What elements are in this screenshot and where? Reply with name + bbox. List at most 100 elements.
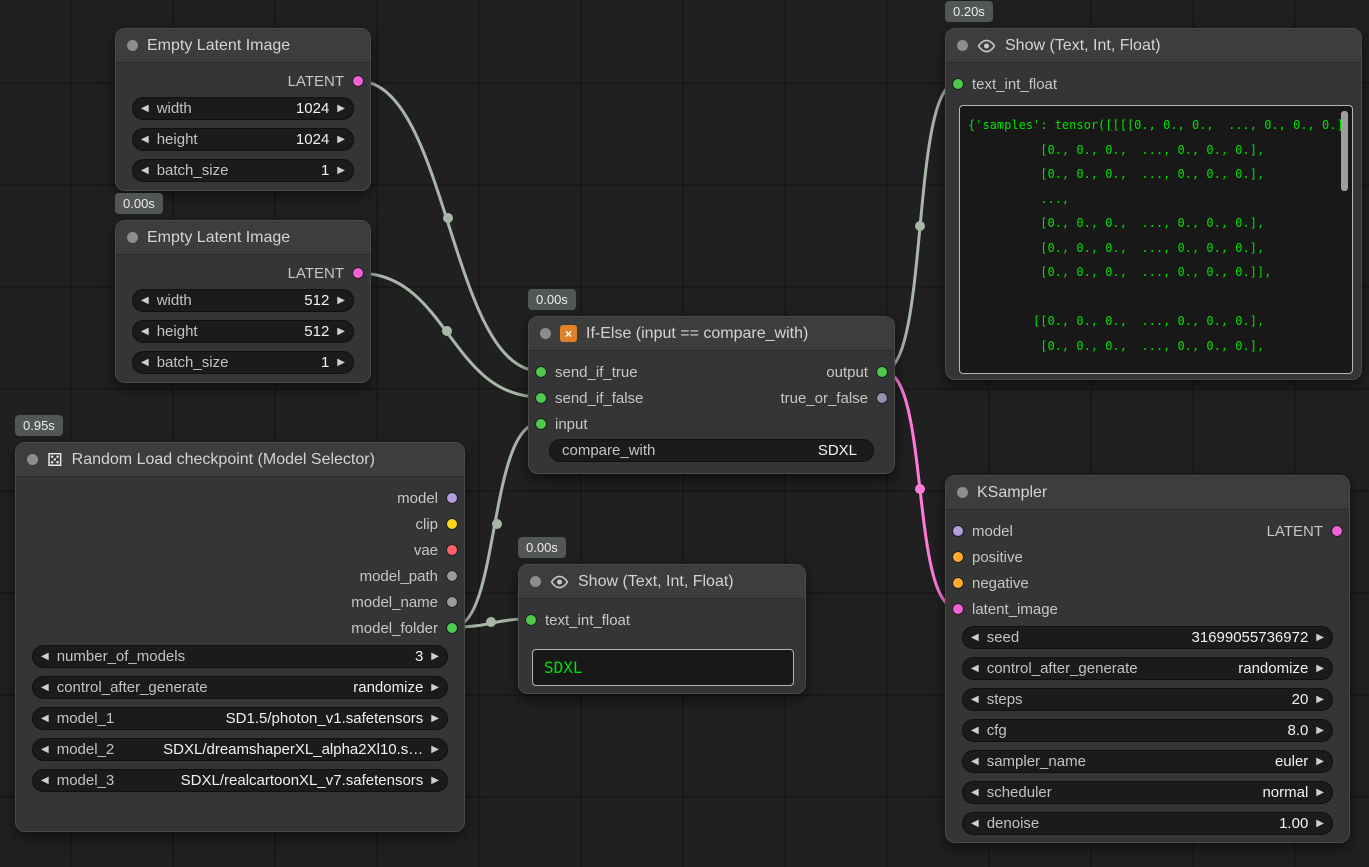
text-int-float-input-dot[interactable]	[953, 79, 963, 89]
collapse-dot[interactable]	[530, 576, 541, 587]
arrow-right-icon[interactable]: ▶	[431, 745, 439, 755]
arrow-right-icon[interactable]: ▶	[337, 166, 345, 176]
widget-cfg[interactable]: ◀ cfg 8.0 ▶	[962, 719, 1333, 742]
model-path-output-dot[interactable]	[447, 571, 457, 581]
latent-output-dot[interactable]	[1332, 526, 1342, 536]
scrollbar-thumb[interactable]	[1341, 111, 1348, 191]
arrow-right-icon[interactable]: ▶	[431, 776, 439, 786]
node-if-else[interactable]: × If-Else (input == compare_with) send_i…	[528, 316, 895, 474]
arrow-right-icon[interactable]: ▶	[1316, 726, 1324, 736]
arrow-right-icon[interactable]: ▶	[337, 327, 345, 337]
collapse-dot[interactable]	[127, 232, 138, 243]
arrow-right-icon[interactable]: ▶	[337, 296, 345, 306]
widget-batch-size[interactable]: ◀ batch_size 1 ▶	[132, 351, 354, 374]
arrow-right-icon[interactable]: ▶	[1316, 819, 1324, 829]
widget-model-1[interactable]: ◀ model_1 SD1.5/photon_v1.safetensors ▶	[32, 707, 448, 730]
true-or-false-output-dot[interactable]	[877, 393, 887, 403]
widget-sampler-name[interactable]: ◀ sampler_name euler ▶	[962, 750, 1333, 773]
show-text-area[interactable]: SDXL	[532, 649, 794, 686]
widget-width[interactable]: ◀ width 1024 ▶	[132, 97, 354, 120]
widget-compare-with[interactable]: compare_with SDXL	[549, 439, 874, 462]
collapse-dot[interactable]	[540, 328, 551, 339]
arrow-right-icon[interactable]: ▶	[1316, 633, 1324, 643]
arrow-left-icon[interactable]: ◀	[141, 296, 149, 306]
arrow-right-icon[interactable]: ▶	[1316, 695, 1324, 705]
widget-number-of-models[interactable]: ◀ number_of_models 3 ▶	[32, 645, 448, 668]
arrow-right-icon[interactable]: ▶	[1316, 757, 1324, 767]
arrow-left-icon[interactable]: ◀	[971, 788, 979, 798]
latent-image-input-dot[interactable]	[953, 604, 963, 614]
vae-output-dot[interactable]	[447, 545, 457, 555]
arrow-left-icon[interactable]: ◀	[141, 104, 149, 114]
widget-denoise[interactable]: ◀ denoise 1.00 ▶	[962, 812, 1333, 835]
node-title-bar[interactable]: Show (Text, Int, Float)	[519, 565, 805, 599]
collapse-dot[interactable]	[957, 487, 968, 498]
input-input-dot[interactable]	[536, 419, 546, 429]
arrow-right-icon[interactable]: ▶	[431, 714, 439, 724]
arrow-right-icon[interactable]: ▶	[337, 135, 345, 145]
widget-control-after-generate[interactable]: ◀ control_after_generate randomize ▶	[962, 657, 1333, 680]
model-name-output-dot[interactable]	[447, 597, 457, 607]
widget-height[interactable]: ◀ height 1024 ▶	[132, 128, 354, 151]
collapse-dot[interactable]	[957, 40, 968, 51]
model-output-dot[interactable]	[447, 493, 457, 503]
arrow-left-icon[interactable]: ◀	[41, 683, 49, 693]
arrow-left-icon[interactable]: ◀	[141, 327, 149, 337]
node-show-text-large[interactable]: Show (Text, Int, Float) text_int_float {…	[945, 28, 1362, 380]
widget-steps[interactable]: ◀ steps 20 ▶	[962, 688, 1333, 711]
arrow-left-icon[interactable]: ◀	[41, 652, 49, 662]
output-output-dot[interactable]	[877, 367, 887, 377]
model-input-dot[interactable]	[953, 526, 963, 536]
widget-model-2[interactable]: ◀ model_2 SDXL/dreamshaperXL_alpha2Xl10.…	[32, 738, 448, 761]
widget-batch-size[interactable]: ◀ batch_size 1 ▶	[132, 159, 354, 182]
send-if-false-input-dot[interactable]	[536, 393, 546, 403]
widget-scheduler[interactable]: ◀ scheduler normal ▶	[962, 781, 1333, 804]
latent-output-dot[interactable]	[353, 76, 363, 86]
send-if-true-input-dot[interactable]	[536, 367, 546, 377]
arrow-left-icon[interactable]: ◀	[971, 819, 979, 829]
node-title-bar[interactable]: Empty Latent Image	[116, 221, 370, 255]
node-empty-latent-image-1[interactable]: Empty Latent Image LATENT ◀ width 1024 ▶…	[115, 28, 371, 191]
arrow-left-icon[interactable]: ◀	[41, 714, 49, 724]
arrow-left-icon[interactable]: ◀	[41, 776, 49, 786]
arrow-left-icon[interactable]: ◀	[141, 358, 149, 368]
positive-input-dot[interactable]	[953, 552, 963, 562]
node-random-load-checkpoint[interactable]: ⚄ Random Load checkpoint (Model Selector…	[15, 442, 465, 832]
node-title-bar[interactable]: Show (Text, Int, Float)	[946, 29, 1361, 63]
arrow-right-icon[interactable]: ▶	[431, 683, 439, 693]
arrow-left-icon[interactable]: ◀	[141, 135, 149, 145]
widget-seed[interactable]: ◀ seed 31699055736972 ▶	[962, 626, 1333, 649]
arrow-right-icon[interactable]: ▶	[337, 358, 345, 368]
model-folder-output-dot[interactable]	[447, 623, 457, 633]
widget-model-3[interactable]: ◀ model_3 SDXL/realcartoonXL_v7.safetens…	[32, 769, 448, 792]
node-graph-canvas[interactable]: 0.00s 0.95s 0.00s 0.00s 0.20s Empty Late…	[0, 0, 1369, 867]
text-int-float-input-dot[interactable]	[526, 615, 536, 625]
collapse-dot[interactable]	[127, 40, 138, 51]
node-title-bar[interactable]: Empty Latent Image	[116, 29, 370, 63]
arrow-left-icon[interactable]: ◀	[141, 166, 149, 176]
arrow-left-icon[interactable]: ◀	[971, 757, 979, 767]
arrow-left-icon[interactable]: ◀	[971, 726, 979, 736]
arrow-right-icon[interactable]: ▶	[1316, 788, 1324, 798]
negative-input-dot[interactable]	[953, 578, 963, 588]
collapse-dot[interactable]	[27, 454, 38, 465]
arrow-right-icon[interactable]: ▶	[337, 104, 345, 114]
node-title-bar[interactable]: × If-Else (input == compare_with)	[529, 317, 894, 351]
arrow-left-icon[interactable]: ◀	[971, 695, 979, 705]
node-show-text-small[interactable]: Show (Text, Int, Float) text_int_float S…	[518, 564, 806, 694]
arrow-right-icon[interactable]: ▶	[431, 652, 439, 662]
latent-output-dot[interactable]	[353, 268, 363, 278]
node-empty-latent-image-2[interactable]: Empty Latent Image LATENT ◀ width 512 ▶ …	[115, 220, 371, 383]
node-ksampler[interactable]: KSampler model positive negative lat	[945, 475, 1350, 843]
node-title-bar[interactable]: ⚄ Random Load checkpoint (Model Selector…	[16, 443, 464, 477]
node-title-bar[interactable]: KSampler	[946, 476, 1349, 510]
arrow-left-icon[interactable]: ◀	[971, 664, 979, 674]
show-text-area[interactable]: {'samples': tensor([[[[0., 0., 0., ..., …	[959, 105, 1353, 374]
arrow-left-icon[interactable]: ◀	[971, 633, 979, 643]
widget-control-after-generate[interactable]: ◀ control_after_generate randomize ▶	[32, 676, 448, 699]
arrow-right-icon[interactable]: ▶	[1316, 664, 1324, 674]
arrow-left-icon[interactable]: ◀	[41, 745, 49, 755]
widget-width[interactable]: ◀ width 512 ▶	[132, 289, 354, 312]
widget-height[interactable]: ◀ height 512 ▶	[132, 320, 354, 343]
clip-output-dot[interactable]	[447, 519, 457, 529]
